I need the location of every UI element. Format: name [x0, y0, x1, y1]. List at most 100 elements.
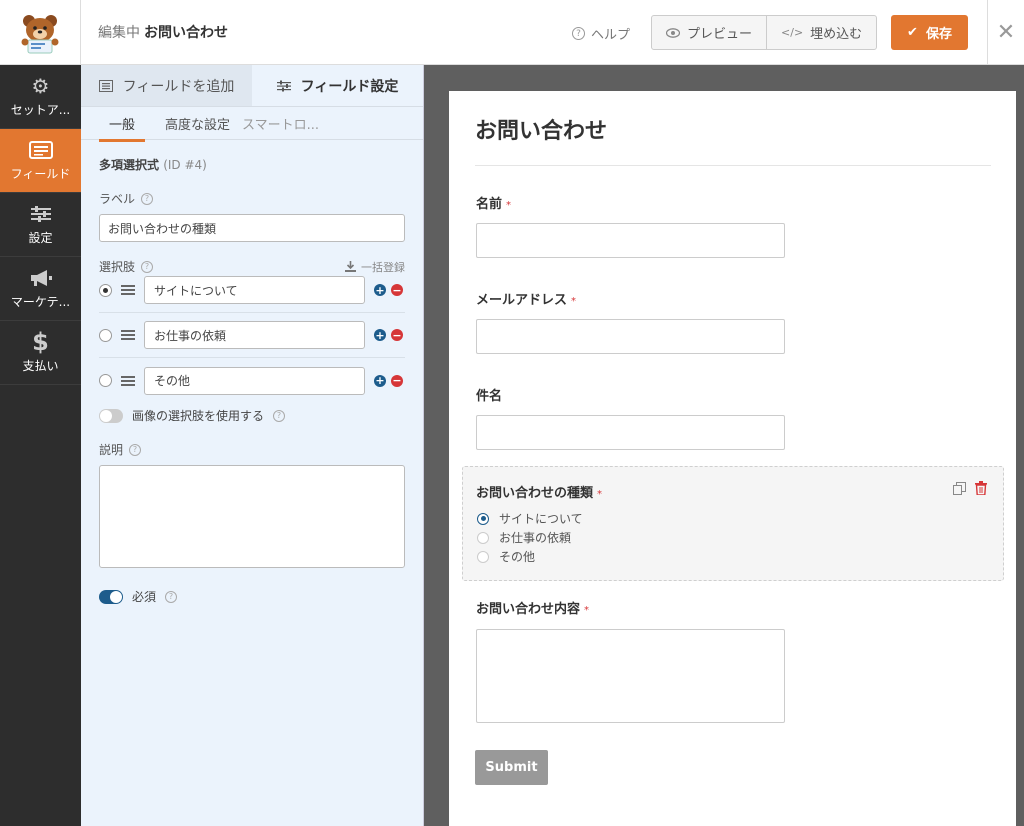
submit-button[interactable]: Submit: [475, 750, 548, 785]
bulk-add-link[interactable]: 一括登録: [345, 259, 405, 275]
label-input[interactable]: お問い合わせの種類: [99, 214, 405, 242]
description-textarea[interactable]: [99, 465, 405, 568]
add-choice-icon[interactable]: +: [374, 374, 386, 387]
name-label-text: 名前: [476, 197, 503, 212]
sidebar-item-setup[interactable]: ⚙ セットア...: [0, 65, 81, 129]
radio-button[interactable]: [477, 512, 489, 525]
email-label-text: メールアドレス: [476, 293, 568, 308]
fields-icon: [28, 139, 53, 161]
sidebar-item-label: マーケテ...: [10, 295, 71, 309]
dollar-icon: $: [32, 328, 49, 356]
editing-label: 編集中 お問い合わせ: [98, 22, 228, 42]
trash-icon[interactable]: [975, 481, 987, 499]
remove-choice-icon[interactable]: −: [391, 374, 403, 387]
radio-button[interactable]: [477, 550, 489, 563]
choice-input[interactable]: お仕事の依頼: [144, 321, 365, 349]
choice-row: その他 + −: [99, 358, 405, 403]
choice-input[interactable]: その他: [144, 366, 365, 395]
help-icon[interactable]: ?: [273, 409, 286, 422]
required-mark: *: [506, 200, 512, 211]
required-mark: *: [597, 489, 603, 500]
tab-add-fields[interactable]: フィールドを追加: [81, 65, 252, 106]
drag-handle-icon[interactable]: [121, 375, 135, 386]
image-choices-toggle[interactable]: [99, 408, 123, 423]
sidebar-item-settings[interactable]: 設定: [0, 193, 81, 257]
help-link[interactable]: ? ヘルプ: [572, 24, 630, 43]
subtab-general[interactable]: 一般: [99, 106, 146, 142]
remove-choice-icon[interactable]: −: [391, 284, 403, 296]
default-choice-radio[interactable]: [99, 328, 112, 342]
radio-option[interactable]: その他: [477, 547, 583, 566]
save-button[interactable]: ✔ 保存: [891, 15, 968, 50]
sliders-icon: [30, 203, 52, 225]
embed-button[interactable]: </> 埋め込む: [766, 16, 876, 49]
save-label: 保存: [925, 27, 952, 42]
radio-option[interactable]: サイトについて: [477, 509, 583, 528]
choice-row: お仕事の依頼 + −: [99, 313, 405, 358]
image-choices-label: 画像の選択肢を使用する: [132, 409, 265, 423]
drag-handle-icon[interactable]: [121, 285, 135, 295]
choices-list: サイトについて + − お仕事の依頼 + − その他 + −: [99, 268, 405, 403]
help-icon[interactable]: ?: [165, 590, 178, 603]
selected-field-type[interactable]: お問い合わせの種類 * サイトについて お仕事の依頼 その他: [462, 466, 1004, 581]
radio-label: サイトについて: [499, 512, 583, 526]
editing-prefix: 編集中: [98, 25, 140, 41]
drag-handle-icon[interactable]: [121, 330, 135, 340]
divider: [475, 165, 991, 166]
email-label: メールアドレス *: [476, 289, 576, 308]
sidebar-item-payments[interactable]: $ 支払い: [0, 321, 81, 385]
embed-label: 埋め込む: [810, 27, 863, 42]
subject-input[interactable]: [476, 415, 785, 450]
download-icon: [345, 261, 356, 272]
tab-label: フィールドを追加: [122, 78, 235, 95]
required-toggle[interactable]: [99, 589, 123, 604]
megaphone-icon: [29, 267, 53, 289]
default-choice-radio[interactable]: [99, 283, 112, 297]
email-input[interactable]: [476, 319, 785, 354]
tab-label: フィールド設定: [300, 78, 399, 95]
remove-choice-icon[interactable]: −: [391, 329, 403, 341]
sidebar-item-label: 支払い: [22, 359, 59, 373]
content-textarea[interactable]: [476, 629, 785, 723]
sidebar-item-label: フィールド: [10, 167, 71, 181]
bulk-add-label: 一括登録: [361, 260, 405, 274]
radio-option[interactable]: お仕事の依頼: [477, 528, 583, 547]
tab-field-options[interactable]: フィールド設定: [252, 65, 423, 106]
description-label: 説明: [99, 443, 124, 457]
radio-label: お仕事の依頼: [499, 531, 572, 545]
choices-label: 選択肢: [99, 260, 136, 274]
required-mark: *: [584, 605, 590, 616]
bear-logo-icon: [21, 14, 59, 53]
question-icon: ?: [572, 27, 585, 40]
name-label: 名前 *: [476, 193, 511, 212]
check-icon: ✔: [907, 25, 918, 40]
sidebar-item-fields[interactable]: フィールド: [0, 129, 81, 193]
name-input[interactable]: [476, 223, 785, 258]
type-radio-group: サイトについて お仕事の依頼 その他: [477, 509, 583, 566]
field-id: (ID #4): [163, 158, 207, 172]
label-field-label: ラベル ?: [99, 190, 405, 207]
close-icon[interactable]: ✕: [987, 0, 1024, 65]
field-options-panel: フィールドを追加 フィールド設定 一般 高度な設定 スマートロ... 多項選択式…: [81, 65, 424, 826]
subtab-smart-logic[interactable]: スマートロ...: [240, 106, 329, 141]
help-icon[interactable]: ?: [129, 443, 142, 456]
field-options-subtabs: 一般 高度な設定 スマートロ...: [81, 106, 423, 142]
subtab-advanced[interactable]: 高度な設定: [155, 106, 240, 141]
help-icon[interactable]: ?: [141, 192, 154, 205]
radio-label: その他: [499, 550, 536, 564]
radio-button[interactable]: [477, 531, 489, 544]
duplicate-icon[interactable]: [953, 482, 966, 499]
panel-body: 多項選択式 (ID #4) ラベル ? お問い合わせの種類 選択肢 ? 一括登録…: [81, 156, 423, 605]
required-label: 必須: [132, 590, 157, 604]
sidebar-item-marketing[interactable]: マーケテ...: [0, 257, 81, 321]
preview-button[interactable]: プレビュー: [652, 16, 766, 49]
sidebar-item-label: 設定: [28, 231, 53, 245]
help-icon[interactable]: ?: [141, 260, 154, 273]
choice-input[interactable]: サイトについて: [144, 276, 365, 304]
content-label-text: お問い合わせ内容: [476, 602, 581, 617]
default-choice-radio[interactable]: [99, 374, 112, 387]
list-icon: [98, 79, 113, 92]
builder-sidebar: ⚙ セットア... フィールド 設定 マーケテ... $ 支払い: [0, 65, 81, 826]
add-choice-icon[interactable]: +: [374, 329, 386, 341]
add-choice-icon[interactable]: +: [374, 284, 386, 296]
